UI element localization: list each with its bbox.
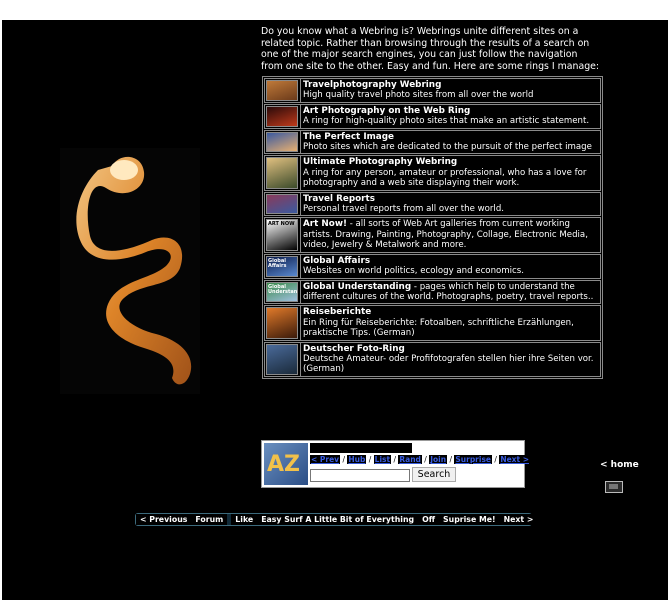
ring-thumbnail[interactable] <box>266 193 298 215</box>
ring-row: ART NOW Art Now! - all sorts of Web Art g… <box>264 217 601 253</box>
az-link[interactable]: Join <box>429 455 448 464</box>
az-webring-box: AZ < Prev / Hub / List / Rand / Join / S… <box>261 440 530 488</box>
ring-row: Travelphotography Webring High quality tr… <box>264 78 601 103</box>
ring-title-link[interactable]: The Perfect Image <box>303 132 394 142</box>
ring-title-link[interactable]: Global Affairs <box>303 256 370 266</box>
ring-text: Global Understanding - pages which help … <box>300 280 600 304</box>
ring-title-link[interactable]: Art Now! <box>303 219 347 229</box>
previous-link[interactable]: < Previous <box>136 514 192 525</box>
az-logo[interactable]: AZ <box>264 443 308 485</box>
az-link[interactable]: Surprise <box>454 455 493 464</box>
ring-title-link[interactable]: Easy Surf A Little Bit of Everything <box>257 514 419 525</box>
ring-row: Global Affairs Global Affairs Websites on … <box>264 253 601 279</box>
ring-text: Ultimate Photography Webring A ring for a… <box>300 156 600 190</box>
ring-thumbnail-label: Global Understanding <box>268 283 298 295</box>
az-header-bar <box>310 443 412 453</box>
ring-thumbnail[interactable] <box>266 343 298 375</box>
ring-thumbnail[interactable] <box>266 131 298 153</box>
ring-row: Travel Reports Personal travel reports fr… <box>264 191 601 217</box>
home-image-icon[interactable] <box>605 481 623 493</box>
az-link[interactable]: < Prev <box>310 455 341 464</box>
ring-row: The Perfect Image Photo sites which are d… <box>264 129 601 155</box>
intro-text: Do you know what a Webring is? Webrings … <box>261 26 600 72</box>
like-link[interactable]: Like <box>231 514 258 525</box>
ring-text: Travel Reports Personal travel reports fr… <box>300 192 600 216</box>
rings-table: Travelphotography Webring High quality tr… <box>262 76 603 379</box>
ring-description: Photo sites which are dedicated to the p… <box>303 142 592 153</box>
ring-thumbnail-label: Global Affairs <box>268 257 287 269</box>
ring-row: Deutscher Foto-Ring Deutsche Amateur- ode… <box>264 341 601 377</box>
az-nav-links: < Prev / Hub / List / Rand / Join / Surp… <box>310 455 530 464</box>
az-link[interactable]: Rand <box>398 455 422 464</box>
ring-description: Ein Ring für Reiseberichte: Fotoalben, s… <box>303 317 574 339</box>
ring-title-link[interactable]: Ultimate Photography Webring <box>303 157 457 167</box>
home-link[interactable]: < home <box>600 460 639 470</box>
ring-thumbnail[interactable]: Global Affairs <box>266 255 298 277</box>
next-link[interactable]: Next > <box>499 514 538 525</box>
az-link[interactable]: List <box>373 455 392 464</box>
ring-row: Art Photography on the Web Ring A ring fo… <box>264 103 601 129</box>
ring-row: Reiseberichte Ein Ring für Reiseberichte:… <box>264 305 601 341</box>
ring-text: Art Now! - all sorts of Web Art gallerie… <box>300 218 600 252</box>
ring-description: High quality travel photo sites from all… <box>303 90 534 101</box>
ring-title-link[interactable]: Travel Reports <box>303 194 375 204</box>
ring-text: Reiseberichte Ein Ring für Reiseberichte:… <box>300 306 600 340</box>
ring-thumbnail[interactable] <box>266 80 298 101</box>
ring-description: Deutsche Amateur- oder Profifotografen s… <box>303 353 594 375</box>
page: Do you know what a Webring is? Webrings … <box>2 20 668 600</box>
az-link[interactable]: Next > <box>499 455 530 464</box>
ring-title-link[interactable]: Global Understanding <box>303 282 411 292</box>
ring-thumbnail[interactable]: Global Understanding <box>266 281 298 303</box>
ring-title-link[interactable]: Deutscher Foto-Ring <box>303 344 405 354</box>
ring-text: Deutscher Foto-Ring Deutsche Amateur- ode… <box>300 342 600 376</box>
az-search-button[interactable]: Search <box>412 467 456 482</box>
forum-link[interactable]: Forum <box>191 514 228 525</box>
az-logo-text: AZ <box>267 452 300 477</box>
ring-description: A ring for any person, amateur or profes… <box>303 167 587 189</box>
ring-title-link[interactable]: Reiseberichte <box>303 307 371 317</box>
az-search-input[interactable] <box>310 469 410 482</box>
ring-text: Art Photography on the Web Ring A ring fo… <box>300 104 600 128</box>
ring-text: Travelphotography Webring High quality tr… <box>300 79 600 102</box>
off-link[interactable]: Off <box>418 514 440 525</box>
ribbon-artwork <box>60 148 200 394</box>
ring-title-link[interactable]: Travelphotography Webring <box>303 80 441 90</box>
ring-description: Personal travel reports from all over th… <box>303 204 505 215</box>
surprise-link[interactable]: Suprise Me! <box>439 514 500 525</box>
ring-thumbnail[interactable] <box>266 307 298 339</box>
az-link[interactable]: Hub <box>347 455 367 464</box>
ring-text: Global Affairs Websites on world politics… <box>300 254 600 278</box>
ring-text: The Perfect Image Photo sites which are d… <box>300 130 600 154</box>
ring-thumbnail-label: ART NOW <box>268 221 295 228</box>
ring-row: Global UnderstandingGlobal Understanding… <box>264 279 601 305</box>
ring-title-link[interactable]: Art Photography on the Web Ring <box>303 106 470 116</box>
ring-navigation-bar: < Previous Forum Like Easy Surf A Little… <box>135 513 538 526</box>
ring-thumbnail[interactable] <box>266 105 298 127</box>
ring-description: Websites on world politics, ecology and … <box>303 266 524 277</box>
ring-description: A ring for high-quality photo sites that… <box>303 116 590 127</box>
ring-thumbnail[interactable] <box>266 157 298 189</box>
ring-row: Ultimate Photography Webring A ring for a… <box>264 155 601 191</box>
ring-thumbnail[interactable]: ART NOW <box>266 219 298 251</box>
